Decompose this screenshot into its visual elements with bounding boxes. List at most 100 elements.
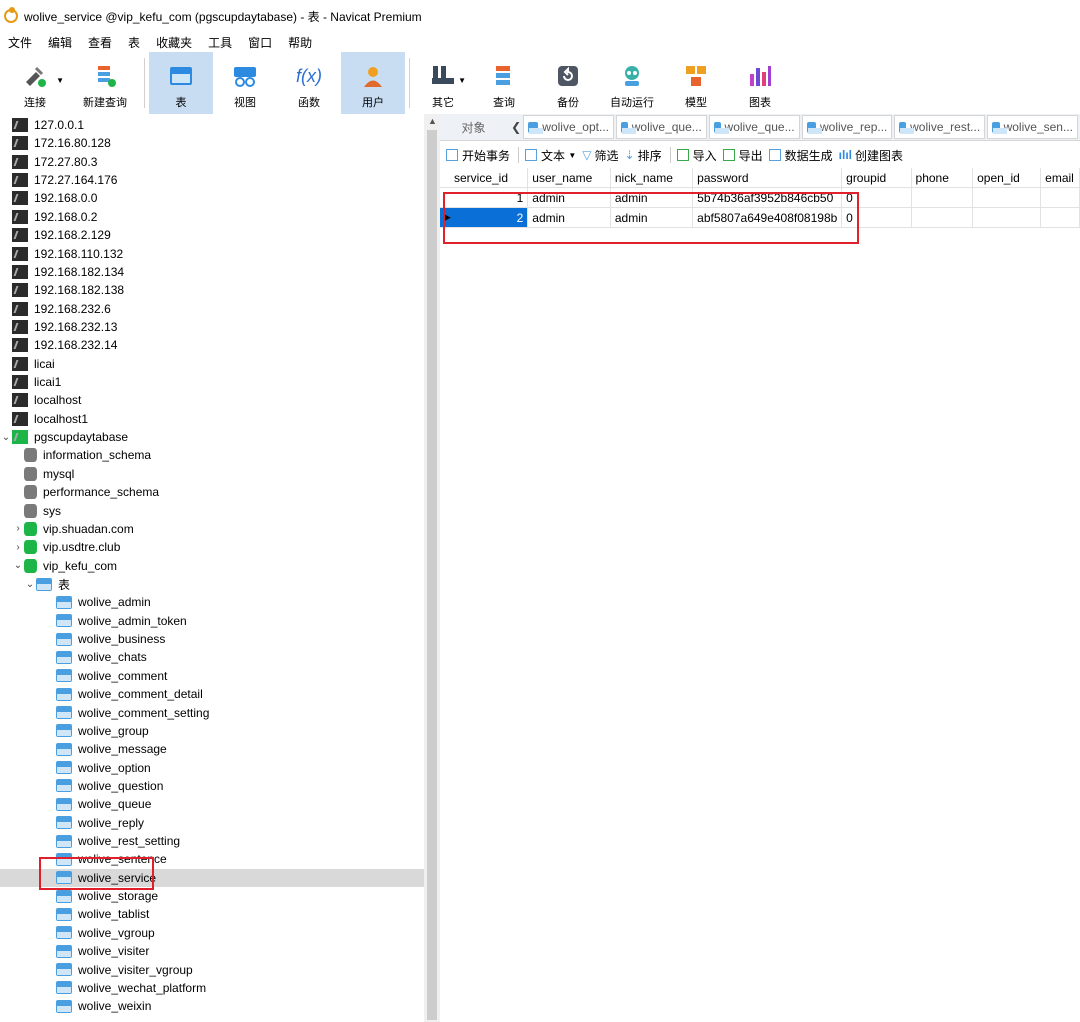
cell-phone[interactable] <box>911 187 974 208</box>
column-header-nick-name[interactable]: nick_name <box>610 168 694 188</box>
data-generation-button[interactable]: 数据生成 <box>768 147 833 164</box>
connection-item[interactable]: 192.168.0.2 <box>12 208 97 226</box>
connection-item[interactable]: localhost1 <box>12 410 88 428</box>
connection-item[interactable]: 192.168.232.13 <box>12 318 117 336</box>
tables-folder[interactable]: ⌄ 表 <box>24 575 70 593</box>
connection-item[interactable]: 192.168.232.6 <box>12 300 111 318</box>
table-item[interactable]: wolive_comment <box>56 667 167 685</box>
tab-scroll-left-icon[interactable]: ❮ <box>511 120 521 134</box>
connection-item[interactable]: 172.16.80.128 <box>12 134 111 152</box>
menu-tools[interactable]: 工具 <box>200 34 240 51</box>
table-item[interactable]: wolive_vgroup <box>56 924 155 942</box>
chart-button[interactable]: 图表 <box>728 52 792 114</box>
connect-button[interactable]: ▼ 连接 <box>0 52 70 114</box>
connection-item[interactable]: localhost <box>12 391 81 409</box>
tab-wolive-rest-setting[interactable]: wolive_rest... <box>894 115 986 139</box>
query-button[interactable]: 查询 <box>472 52 536 114</box>
chevron-down-icon[interactable]: ⌄ <box>12 560 24 571</box>
chevron-down-icon[interactable]: ▼ <box>458 76 466 85</box>
chevron-down-icon[interactable]: ⌄ <box>0 432 12 443</box>
filter-button[interactable]: ▽ 筛选 <box>582 147 618 164</box>
table-item[interactable]: wolive_reply <box>56 814 144 832</box>
table-item[interactable]: wolive_queue <box>56 795 151 813</box>
view-button[interactable]: 视图 <box>213 52 277 114</box>
user-button[interactable]: 用户 <box>341 52 405 114</box>
cell-phone[interactable] <box>911 207 974 228</box>
table-item[interactable]: wolive_wechat_platform <box>56 979 206 997</box>
column-header-user-name[interactable]: user_name <box>527 168 611 188</box>
database-item[interactable]: sys <box>24 502 61 520</box>
column-header-password[interactable]: password <box>692 168 843 188</box>
connection-item[interactable]: 192.168.232.14 <box>12 336 117 354</box>
table-item[interactable]: wolive_rest_setting <box>56 832 180 850</box>
table-item[interactable]: wolive_option <box>56 759 151 777</box>
table-item[interactable]: wolive_question <box>56 777 163 795</box>
tab-wolive-sentence[interactable]: wolive_sen... <box>987 115 1078 139</box>
table-item[interactable]: wolive_admin_token <box>56 612 187 630</box>
tab-wolive-queue[interactable]: wolive_que... <box>708 115 800 139</box>
connection-item[interactable]: 192.168.2.129 <box>12 226 111 244</box>
export-button[interactable]: 导出 <box>722 147 763 164</box>
column-header-email[interactable]: email <box>1040 168 1080 188</box>
menu-table[interactable]: 表 <box>120 34 148 51</box>
model-button[interactable]: 模型 <box>664 52 728 114</box>
database-item[interactable]: › vip.usdtre.club <box>12 538 120 556</box>
table-item[interactable]: wolive_comment_detail <box>56 685 203 703</box>
table-button[interactable]: 表 <box>149 52 213 114</box>
table-item[interactable]: wolive_business <box>56 630 165 648</box>
tab-wolive-option[interactable]: wolive_opt... <box>523 115 614 139</box>
connection-item[interactable]: licai1 <box>12 373 61 391</box>
chevron-right-icon[interactable]: › <box>12 542 24 553</box>
chevron-down-icon[interactable]: ⌄ <box>24 579 36 590</box>
menu-help[interactable]: 帮助 <box>280 34 320 51</box>
cell-open-id[interactable] <box>972 187 1042 208</box>
connection-item[interactable]: 172.27.164.176 <box>12 171 117 189</box>
table-item[interactable]: wolive_visiter <box>56 942 149 960</box>
sort-button[interactable]: ⇣ 排序 <box>625 147 662 164</box>
tab-wolive-question[interactable]: wolive_que... <box>615 115 707 139</box>
table-item[interactable]: wolive_tablist <box>56 905 149 923</box>
cell-email[interactable] <box>1040 187 1080 208</box>
connection-item[interactable]: 192.168.110.132 <box>12 245 123 263</box>
scroll-up-icon[interactable]: ▲ <box>428 116 437 126</box>
chevron-right-icon[interactable]: › <box>12 523 24 534</box>
text-button[interactable]: 文本 ▼ <box>525 147 576 164</box>
menu-edit[interactable]: 编辑 <box>40 34 80 51</box>
database-item[interactable]: performance_schema <box>24 483 159 501</box>
import-button[interactable]: 导入 <box>676 147 717 164</box>
database-item[interactable]: information_schema <box>24 446 151 464</box>
connection-item-open[interactable]: ⌄ pgscupdaytabase <box>0 428 128 446</box>
table-item[interactable]: wolive_admin <box>56 593 151 611</box>
tab-wolive-reply[interactable]: wolive_rep... <box>801 115 893 139</box>
menu-window[interactable]: 窗口 <box>240 34 280 51</box>
create-chart-button[interactable]: ılıl 创建图表 <box>839 147 903 164</box>
menu-favorites[interactable]: 收藏夹 <box>148 34 200 51</box>
connection-item[interactable]: 127.0.0.1 <box>12 116 84 134</box>
backup-button[interactable]: 备份 <box>536 52 600 114</box>
tab-objects[interactable]: 对象 <box>440 116 507 138</box>
database-item-open[interactable]: ⌄ vip_kefu_com <box>12 557 117 575</box>
database-item[interactable]: mysql <box>24 465 74 483</box>
column-header-open-id[interactable]: open_id <box>972 168 1042 188</box>
connection-item[interactable]: 172.27.80.3 <box>12 153 97 171</box>
table-item[interactable]: wolive_weixin <box>56 997 151 1015</box>
begin-transaction-button[interactable]: 开始事务 <box>446 147 510 164</box>
menu-view[interactable]: 查看 <box>80 34 120 51</box>
connection-item[interactable]: licai <box>12 355 55 373</box>
column-header-service-id[interactable]: service_id <box>440 168 529 188</box>
table-item[interactable]: wolive_message <box>56 740 167 758</box>
chevron-down-icon[interactable]: ▼ <box>56 76 64 85</box>
cell-open-id[interactable] <box>972 207 1042 228</box>
connection-item[interactable]: 192.168.0.0 <box>12 189 97 207</box>
connection-item[interactable]: 192.168.182.134 <box>12 263 124 281</box>
table-item[interactable]: wolive_group <box>56 722 149 740</box>
database-item[interactable]: › vip.shuadan.com <box>12 520 134 538</box>
column-header-groupid[interactable]: groupid <box>841 168 912 188</box>
scrollbar-thumb[interactable] <box>427 130 437 1020</box>
table-item[interactable]: wolive_comment_setting <box>56 704 209 722</box>
column-header-phone[interactable]: phone <box>911 168 974 188</box>
new-query-button[interactable]: 新建查询 <box>70 52 140 114</box>
function-button[interactable]: f(x) 函数 <box>277 52 341 114</box>
connection-item[interactable]: 192.168.182.138 <box>12 281 124 299</box>
automation-button[interactable]: 自动运行 <box>600 52 664 114</box>
